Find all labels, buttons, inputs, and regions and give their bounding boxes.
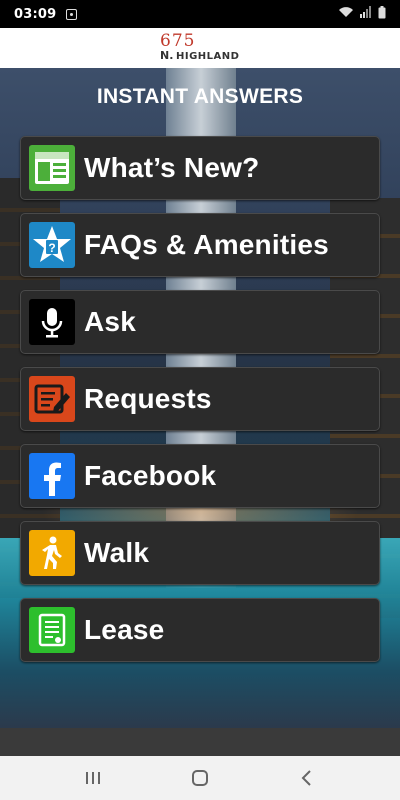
back-icon[interactable] — [287, 761, 327, 795]
logo-number: 675 — [160, 31, 196, 51]
home-icon[interactable] — [180, 761, 220, 795]
whats-new-button[interactable]: What’s New? — [20, 136, 380, 200]
faqs-amenities-label: FAQs & Amenities — [84, 229, 329, 260]
property-logo: 675 N. HIGHLAND — [158, 31, 242, 65]
battery-icon — [378, 5, 386, 23]
facebook-icon — [29, 453, 75, 499]
recent-apps-icon[interactable] — [73, 761, 113, 795]
status-icons — [338, 5, 386, 23]
logo-prefix: N. — [160, 49, 174, 62]
svg-text:?: ? — [48, 241, 55, 255]
walk-button[interactable]: Walk — [20, 521, 380, 585]
brand-header: 675 N. HIGHLAND — [0, 28, 400, 68]
menu-list: What’s New? ? FAQs & Amenities Ask Reque… — [20, 136, 380, 675]
notification-icon — [66, 8, 78, 20]
microphone-icon — [29, 299, 75, 345]
lease-document-icon — [29, 607, 75, 653]
signal-icon — [360, 6, 372, 22]
facebook-button[interactable]: Facebook — [20, 444, 380, 508]
logo-street: HIGHLAND — [176, 51, 240, 62]
app-screen: 03:09 675 N. HIGHLAND INSTANT ANSWERS Wh… — [0, 0, 400, 800]
facebook-label: Facebook — [84, 460, 217, 491]
lease-button[interactable]: Lease — [20, 598, 380, 662]
faqs-amenities-button[interactable]: ? FAQs & Amenities — [20, 213, 380, 277]
status-time: 03:09 — [14, 6, 57, 22]
wifi-icon — [338, 6, 354, 22]
ask-label: Ask — [84, 306, 136, 337]
whats-new-label: What’s New? — [84, 152, 260, 183]
page-title: INSTANT ANSWERS — [96, 85, 304, 108]
status-bar: 03:09 — [0, 0, 400, 28]
edit-document-icon — [29, 376, 75, 422]
requests-button[interactable]: Requests — [20, 367, 380, 431]
requests-label: Requests — [84, 383, 212, 414]
ask-button[interactable]: Ask — [20, 290, 380, 354]
footer-bar — [0, 728, 400, 756]
lease-label: Lease — [84, 614, 165, 645]
walking-person-icon — [29, 530, 75, 576]
star-question-icon: ? — [29, 222, 75, 268]
walk-label: Walk — [84, 537, 150, 568]
news-window-icon — [29, 145, 75, 191]
system-nav-bar — [0, 756, 400, 800]
